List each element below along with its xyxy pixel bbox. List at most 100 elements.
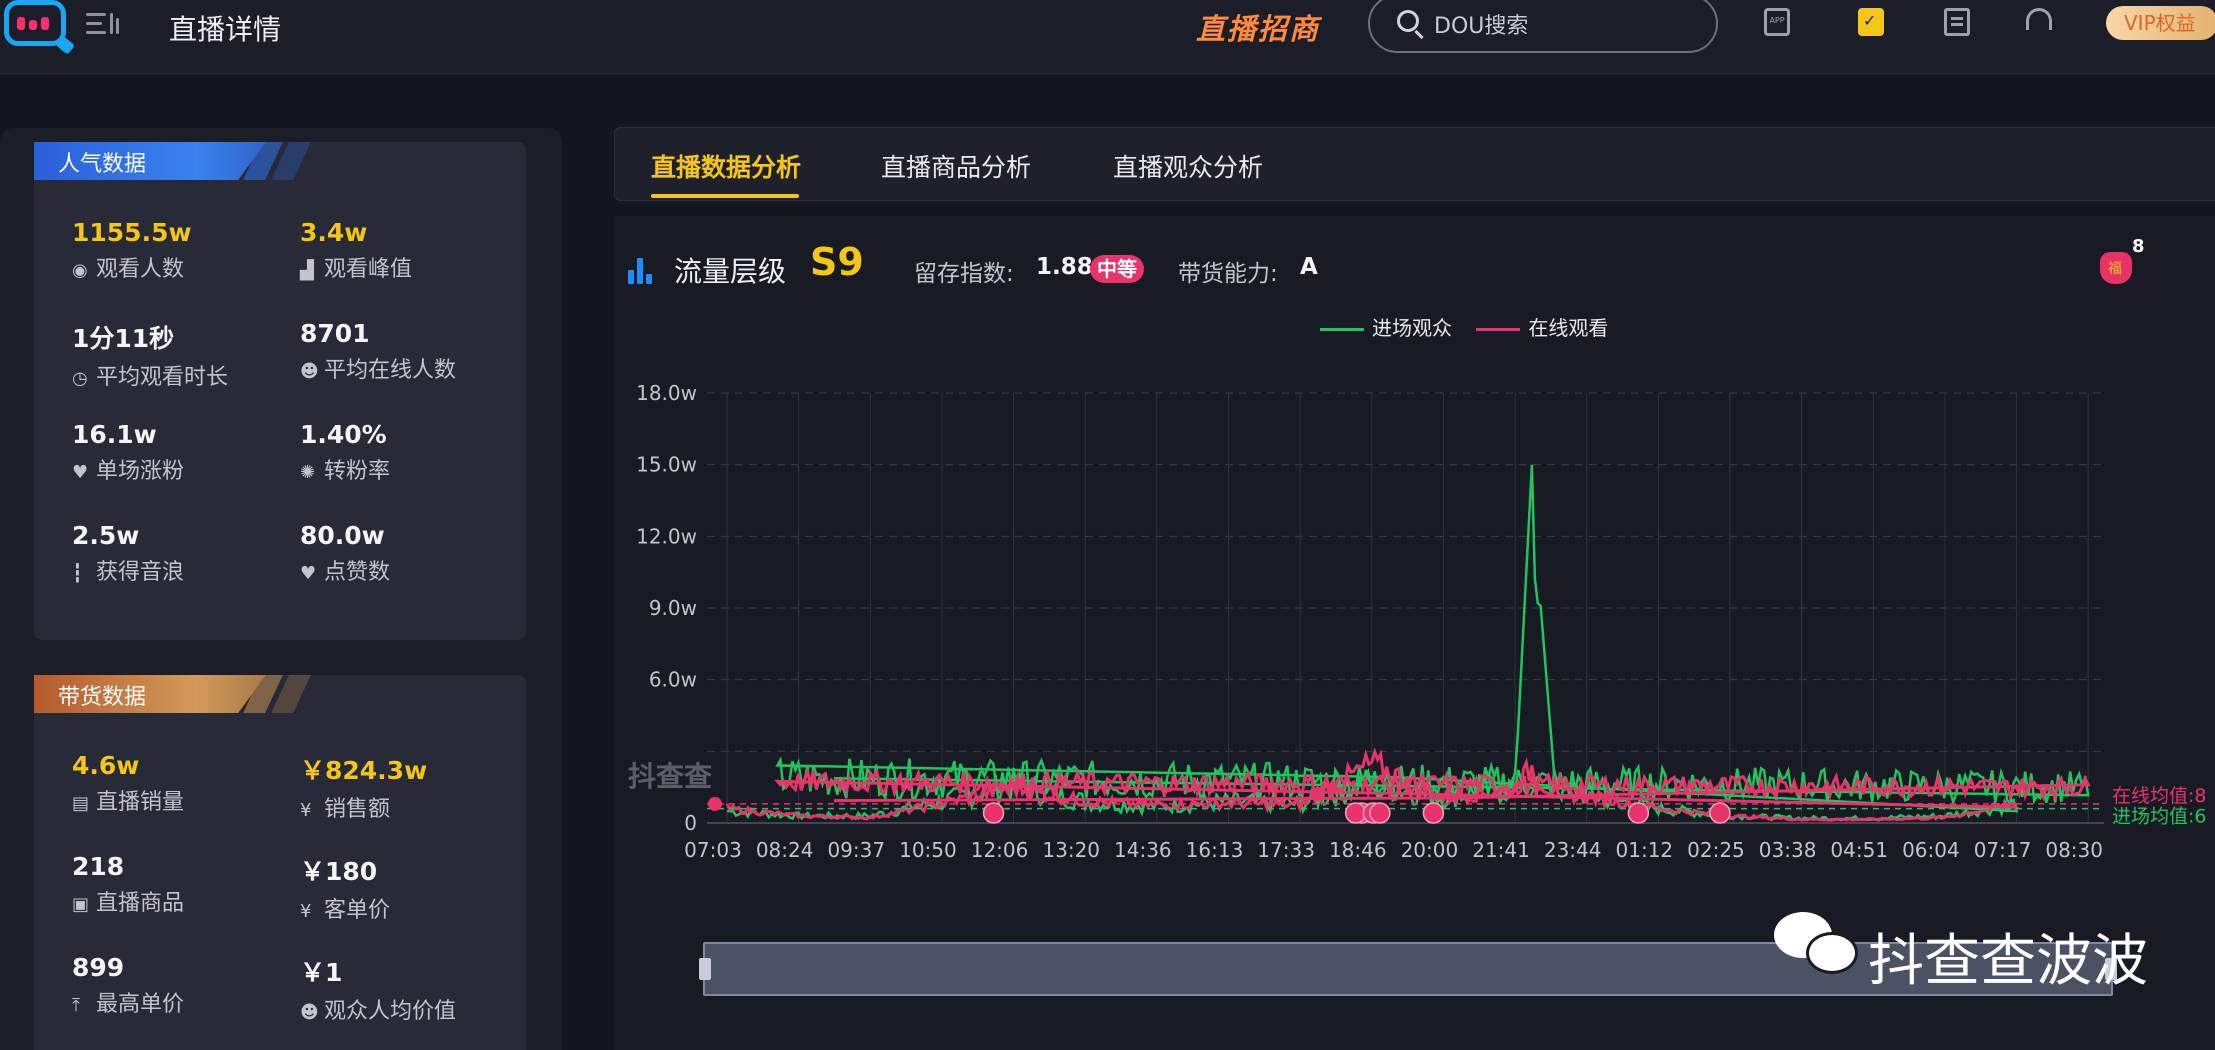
- headphones-icon[interactable]: [2026, 8, 2052, 30]
- red-packet-marker: [982, 802, 1005, 824]
- series-line-enter: [726, 464, 2090, 822]
- stat-label: ▤ 直播销量: [72, 790, 185, 815]
- y-tick-label: 9.0w: [649, 596, 697, 620]
- red-packet-marker: [1369, 802, 1391, 824]
- stat-sales-5: ￥1 ☻ 观众人均价值: [300, 953, 520, 1025]
- stat-value: 1分11秒: [72, 324, 175, 353]
- stat-label: ¥ 客单价: [300, 898, 391, 923]
- watermark-large: 抖查查波波: [1868, 929, 2148, 994]
- x-tick-label: 01:12: [1616, 838, 1674, 862]
- stat-label: ◉ 观看人数: [72, 257, 185, 282]
- analysis-tabs: 直播数据分析 直播商品分析 直播观众分析: [614, 127, 2215, 201]
- stat-popularity-7: 80.0w ♥ 点赞数: [300, 521, 520, 586]
- bag-icon: ▣: [72, 894, 90, 915]
- x-tick-label: 16:13: [1186, 838, 1244, 862]
- search-icon: [1397, 10, 1419, 32]
- x-tick-label: 10:50: [899, 838, 957, 862]
- stat-value: 8701: [300, 319, 370, 348]
- x-tick-label: 09:37: [827, 838, 885, 862]
- stat-popularity-1: 3.4w ▟ 观看峰值: [300, 218, 520, 283]
- red-packet-marker: [1422, 802, 1445, 824]
- user-yen-icon: ☻: [300, 1002, 319, 1023]
- x-tick-label: 20:00: [1401, 838, 1459, 862]
- stat-sales-1: ￥824.3w ¥ 销售额: [300, 751, 520, 823]
- stat-value: ￥1: [300, 958, 343, 987]
- retention-value: 1.88: [1036, 254, 1093, 280]
- x-tick-label: 04:51: [1830, 838, 1888, 862]
- stat-sales-0: 4.6w ▤ 直播销量: [72, 751, 292, 816]
- stat-label: ♥ 单场涨粉: [72, 459, 185, 484]
- bar-chart-icon: [628, 258, 654, 284]
- clock-icon: ◷: [72, 368, 88, 389]
- stat-label: ▟ 观看峰值: [300, 257, 413, 282]
- stat-label: ♥ 点赞数: [300, 560, 391, 585]
- sales-card: 带货数据 4.6w ▤ 直播销量 ￥824.3w ¥ 销售额 218 ▣ 直播商品 ￥180 ¥ 客单…: [34, 675, 526, 1050]
- x-tick-label: 07:17: [1974, 838, 2032, 862]
- stack-icon: ▤: [72, 793, 90, 814]
- app-icon[interactable]: APP: [1764, 8, 1790, 36]
- stat-label: ⤒ 最高单价: [72, 992, 185, 1017]
- stat-sales-4: 899 ⤒ 最高单价: [72, 953, 292, 1018]
- stat-popularity-2: 1分11秒 ◷ 平均观看时长: [72, 319, 292, 391]
- stat-value: ￥824.3w: [300, 756, 428, 785]
- retention-badge: 中等: [1090, 255, 1144, 283]
- x-tick-label: 06:04: [1902, 838, 1960, 862]
- popularity-title: 人气数据: [34, 142, 266, 180]
- calendar-check-icon[interactable]: [1858, 8, 1884, 36]
- retention-label: 留存指数:: [914, 261, 1014, 287]
- stat-popularity-5: 1.40% ✺ 转粉率: [300, 420, 520, 485]
- stat-label: ┇ 获得音浪: [72, 560, 185, 585]
- selling-value: A: [1300, 254, 1318, 280]
- top-bar: 直播详情 直播招商 DOU搜索 APP VIP权益: [0, 0, 2215, 74]
- x-tick-label: 23:44: [1544, 838, 1602, 862]
- red-packet-icon[interactable]: 8: [2096, 236, 2145, 286]
- stat-label: ◷ 平均观看时长: [72, 365, 229, 390]
- stat-popularity-3: 8701 ☻ 平均在线人数: [300, 319, 520, 384]
- y-tick-label: 0: [684, 811, 697, 835]
- tab-live-audience[interactable]: 直播观众分析: [1113, 148, 1263, 184]
- x-tick-label: 12:06: [971, 838, 1029, 862]
- x-tick-label: 02:25: [1687, 838, 1745, 862]
- flow-level-label: 流量层级: [674, 255, 787, 288]
- slider-handle-left[interactable]: [699, 958, 711, 980]
- yen-icon: ¥: [300, 901, 312, 922]
- x-tick-label: 18:46: [1329, 838, 1387, 862]
- tab-live-products[interactable]: 直播商品分析: [881, 148, 1031, 184]
- stat-label: ¥ 销售额: [300, 797, 391, 822]
- red-packet-count: 8: [2132, 236, 2145, 257]
- selling-label: 带货能力:: [1178, 261, 1278, 287]
- popularity-card: 人气数据 1155.5w ◉ 观看人数 3.4w ▟ 观看峰值 1分11秒 ◷ 平均观看时长 87…: [34, 142, 526, 640]
- vip-button[interactable]: VIP权益: [2106, 6, 2215, 40]
- search-placeholder: DOU搜索: [1434, 14, 1529, 39]
- y-tick-label: 6.0w: [649, 668, 697, 692]
- x-tick-label: 03:38: [1759, 838, 1817, 862]
- traffic-line-chart[interactable]: 18.0w 15.0w 12.0w 9.0w 6.0w 0 07:03 08:24 09:37 1…: [614, 356, 2214, 976]
- stat-popularity-0: 1155.5w ◉ 观看人数: [72, 218, 292, 283]
- y-tick-label: 18.0w: [636, 381, 697, 405]
- watermark-small: 抖查查: [628, 760, 713, 793]
- stat-value: ￥180: [300, 857, 378, 886]
- red-packet-marker: [1627, 802, 1650, 824]
- document-icon[interactable]: [1944, 8, 1970, 36]
- x-tick-label: 14:36: [1114, 838, 1172, 862]
- x-tick-label: 08:24: [756, 838, 814, 862]
- yen-circle-icon: ¥: [300, 800, 312, 821]
- menu-icon[interactable]: [86, 10, 120, 38]
- flow-level-value: S9: [810, 240, 864, 284]
- arrow-up-icon: ⤒: [72, 995, 80, 1016]
- search-input[interactable]: DOU搜索: [1368, 0, 1718, 53]
- chart-legend: 进场观众 在线观看: [1320, 312, 1626, 341]
- y-tick-label: 12.0w: [636, 524, 697, 548]
- online-mean-label: 在线均值:8: [2112, 785, 2207, 807]
- x-tick-label: 17:33: [1257, 838, 1315, 862]
- x-tick-label: 13:20: [1042, 838, 1100, 862]
- x-tick-label: 07:03: [684, 838, 742, 862]
- legend-entry-online[interactable]: 在线观看: [1476, 316, 1608, 340]
- stat-label: ✺ 转粉率: [300, 459, 391, 484]
- logo-icon[interactable]: [4, 0, 75, 55]
- promo-link[interactable]: 直播招商: [1196, 6, 1320, 48]
- tab-live-data[interactable]: 直播数据分析: [651, 148, 801, 184]
- stat-value: 899: [72, 953, 125, 982]
- stat-label: ☻ 观众人均价值: [300, 999, 457, 1024]
- legend-entry-enter[interactable]: 进场观众: [1320, 316, 1452, 340]
